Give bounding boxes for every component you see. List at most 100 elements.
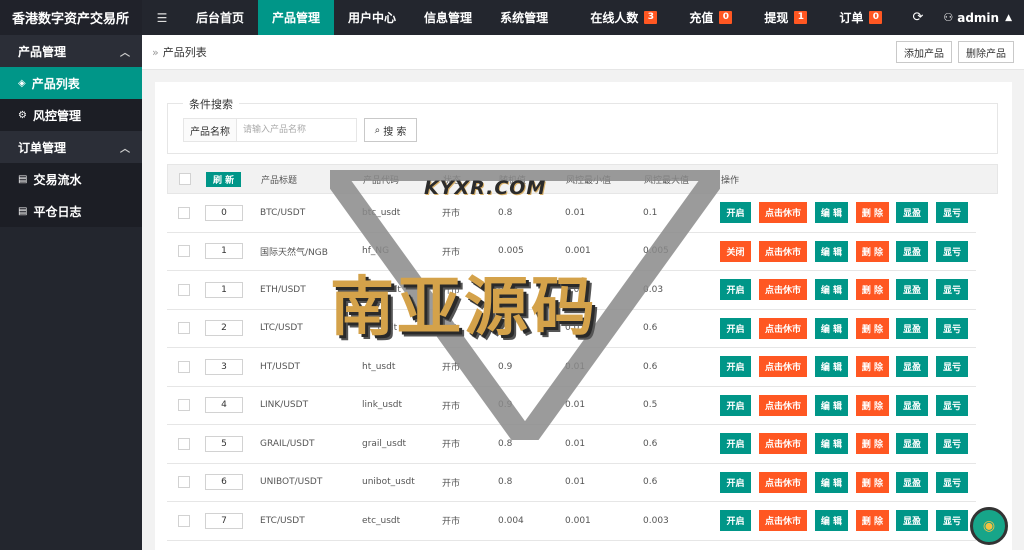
nav-home[interactable]: 后台首页 xyxy=(182,0,258,35)
sidebar-item-close-log[interactable]: ▤ 平仓日志 xyxy=(0,195,142,227)
delete-button[interactable]: 删 除 xyxy=(856,433,889,454)
edit-button[interactable]: 编 辑 xyxy=(815,433,848,454)
sort-input[interactable]: 1 xyxy=(205,281,243,298)
show-win-button[interactable]: 显盈 xyxy=(896,240,928,262)
refresh-sort-button[interactable]: 刷 新 xyxy=(206,171,242,187)
nav-info[interactable]: 信息管理 xyxy=(410,0,486,35)
edit-button[interactable]: 编 辑 xyxy=(815,240,848,262)
refresh-icon[interactable]: ⟳ xyxy=(898,10,937,25)
row-checkbox[interactable] xyxy=(178,399,190,412)
add-product-button[interactable]: 添加产品 xyxy=(896,41,952,63)
row-checkbox[interactable] xyxy=(178,360,190,373)
sidebar-item-flow[interactable]: ▤ 交易流水 xyxy=(0,163,142,195)
edit-button[interactable]: 编 辑 xyxy=(815,279,848,300)
orders-link[interactable]: 订单 0 xyxy=(823,0,898,35)
delete-button[interactable]: 删 除 xyxy=(856,394,889,416)
toggle-button[interactable]: 开启 xyxy=(720,471,751,493)
edit-button[interactable]: 编 辑 xyxy=(815,317,848,339)
show-win-button[interactable]: 显盈 xyxy=(896,471,928,493)
delete-button[interactable]: 删 除 xyxy=(856,279,889,300)
search-button[interactable]: ⌕ 搜 索 xyxy=(364,118,417,142)
delete-button[interactable]: 删 除 xyxy=(856,471,889,493)
row-checkbox[interactable] xyxy=(178,322,190,335)
row-checkbox[interactable] xyxy=(178,476,190,489)
delete-product-button[interactable]: 删除产品 xyxy=(958,41,1014,63)
suspend-button[interactable]: 点击休市 xyxy=(759,240,807,262)
sidebar-group-products[interactable]: 产品管理 ︿ xyxy=(0,35,142,67)
sidebar-item-risk[interactable]: ⚙ 风控管理 xyxy=(0,99,142,131)
nav-products[interactable]: 产品管理 xyxy=(258,0,335,35)
edit-button[interactable]: 编 辑 xyxy=(815,471,848,493)
chat-float-button[interactable]: ◉ xyxy=(970,507,1008,545)
deposit-link[interactable]: 充值 0 xyxy=(673,0,748,35)
delete-button[interactable]: 删 除 xyxy=(856,510,889,531)
show-win-button[interactable]: 显盈 xyxy=(896,510,928,531)
menu-icon[interactable]: ☰ xyxy=(142,0,182,35)
suspend-button[interactable]: 点击休市 xyxy=(759,317,807,339)
show-lose-button[interactable]: 显亏 xyxy=(936,510,968,531)
toggle-button[interactable]: 开启 xyxy=(720,394,751,416)
suspend-button[interactable]: 点击休市 xyxy=(759,471,807,493)
sort-input[interactable]: 0 xyxy=(205,204,243,221)
suspend-button[interactable]: 点击休市 xyxy=(759,279,807,300)
nav-users[interactable]: 用户中心 xyxy=(334,0,410,35)
row-checkbox[interactable] xyxy=(178,245,190,258)
show-lose-button[interactable]: 显亏 xyxy=(936,202,968,223)
delete-button[interactable]: 删 除 xyxy=(856,317,889,339)
table-row: 4 LINK/USDT link_usdt 开市 0.9 0.01 0.5 开启 点击休市编 辑… xyxy=(167,387,976,425)
suspend-button[interactable]: 点击休市 xyxy=(759,394,807,416)
toggle-button[interactable]: 开启 xyxy=(720,356,751,377)
show-win-button[interactable]: 显盈 xyxy=(896,317,928,339)
suspend-button[interactable]: 点击休市 xyxy=(759,202,807,223)
show-lose-button[interactable]: 显亏 xyxy=(936,394,968,416)
show-win-button[interactable]: 显盈 xyxy=(896,202,928,223)
withdraw-link[interactable]: 提现 1 xyxy=(748,0,823,35)
show-lose-button[interactable]: 显亏 xyxy=(936,279,968,300)
suspend-button[interactable]: 点击休市 xyxy=(759,510,807,531)
nav-system[interactable]: 系统管理 xyxy=(486,0,562,35)
toggle-button[interactable]: 开启 xyxy=(720,202,751,223)
row-checkbox[interactable] xyxy=(178,514,190,527)
suspend-button[interactable]: 点击休市 xyxy=(759,433,807,454)
sidebar-group-orders[interactable]: 订单管理 ︿ xyxy=(0,131,142,163)
delete-button[interactable]: 删 除 xyxy=(856,202,889,223)
search-input[interactable] xyxy=(236,118,357,142)
row-checkbox[interactable] xyxy=(178,283,190,296)
delete-button[interactable]: 删 除 xyxy=(856,240,889,262)
edit-button[interactable]: 编 辑 xyxy=(815,510,848,531)
sort-input[interactable]: 1 xyxy=(205,243,243,260)
toggle-button[interactable]: 开启 xyxy=(720,317,751,339)
show-lose-button[interactable]: 显亏 xyxy=(936,356,968,377)
edit-button[interactable]: 编 辑 xyxy=(815,356,848,377)
admin-menu[interactable]: ⚇ admin ▲ xyxy=(937,11,1024,25)
edit-button[interactable]: 编 辑 xyxy=(815,394,848,416)
sort-input[interactable]: 3 xyxy=(205,358,243,375)
show-lose-button[interactable]: 显亏 xyxy=(936,433,968,454)
toggle-button[interactable]: 开启 xyxy=(720,510,751,531)
edit-button[interactable]: 编 辑 xyxy=(815,202,848,223)
toggle-button[interactable]: 关闭 xyxy=(720,240,751,262)
table-row: 0 BTC/USDT btc_usdt 开市 0.8 0.01 0.1 开启 点击休市编 辑删 … xyxy=(167,194,976,233)
show-win-button[interactable]: 显盈 xyxy=(896,433,928,454)
show-win-button[interactable]: 显盈 xyxy=(896,279,928,300)
show-win-button[interactable]: 显盈 xyxy=(896,356,928,377)
toggle-button[interactable]: 开启 xyxy=(720,279,751,300)
row-checkbox[interactable] xyxy=(178,437,190,450)
sort-input[interactable]: 6 xyxy=(205,474,243,491)
online-users[interactable]: 在线人数 3 xyxy=(574,0,673,35)
select-all-checkbox[interactable] xyxy=(179,173,191,185)
row-checkbox[interactable] xyxy=(178,206,190,219)
show-lose-button[interactable]: 显亏 xyxy=(936,471,968,493)
sort-input[interactable]: 4 xyxy=(205,397,243,414)
toggle-button[interactable]: 开启 xyxy=(720,433,751,454)
product-status: 开市 xyxy=(442,440,461,451)
show-lose-button[interactable]: 显亏 xyxy=(936,317,968,339)
delete-button[interactable]: 删 除 xyxy=(856,356,889,377)
sidebar-item-product-list[interactable]: ◈ 产品列表 xyxy=(0,67,142,99)
sort-input[interactable]: 5 xyxy=(205,435,243,452)
sort-input[interactable]: 2 xyxy=(205,320,243,337)
show-lose-button[interactable]: 显亏 xyxy=(936,240,968,262)
sort-input[interactable]: 7 xyxy=(205,512,243,529)
show-win-button[interactable]: 显盈 xyxy=(896,394,928,416)
suspend-button[interactable]: 点击休市 xyxy=(759,356,807,377)
